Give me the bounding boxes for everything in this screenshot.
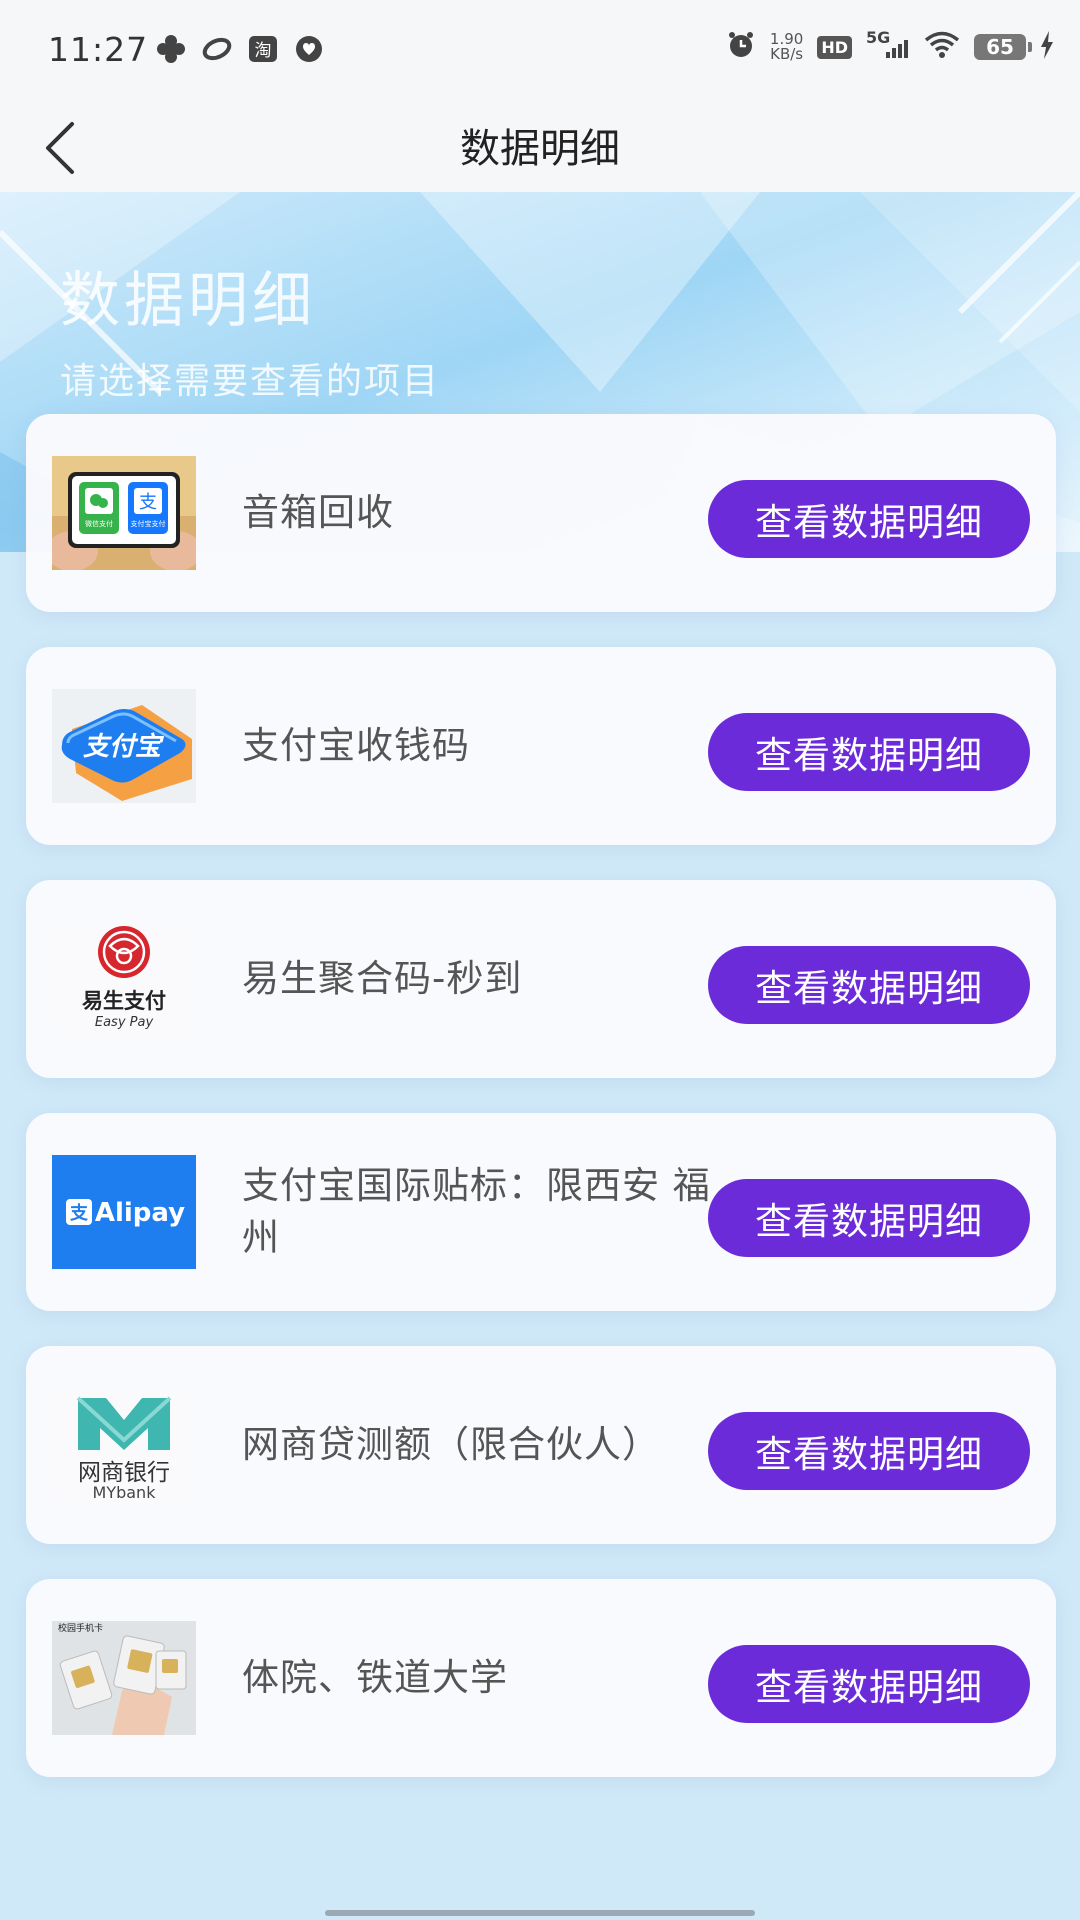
item-list: 支 微信支付 支付宝支付 音箱回收 查看数据明细 支付宝 支付宝收钱码 查看数据… — [26, 414, 1056, 1812]
svg-text:微信支付: 微信支付 — [85, 519, 113, 528]
navigation-bar: 数据明细 — [0, 100, 1080, 192]
view-details-button[interactable]: 查看数据明细 — [708, 946, 1030, 1024]
item-label: 体院、铁道大学 — [242, 1656, 508, 1699]
fan-app-icon — [155, 34, 187, 64]
speaker-payment-thumbnail: 支 微信支付 支付宝支付 — [52, 456, 196, 570]
status-system-icons: 1.90 KB/s HD 5G 65 — [726, 28, 1054, 64]
list-item: 校园手机卡 体院、铁道大学 查看数据明细 — [26, 1579, 1056, 1777]
svg-text:MYbank: MYbank — [93, 1483, 157, 1502]
link-app-icon — [201, 34, 233, 64]
list-item: 支 微信支付 支付宝支付 音箱回收 查看数据明细 — [26, 414, 1056, 612]
status-notification-icons: 淘 — [155, 34, 325, 64]
alarm-icon — [726, 30, 756, 64]
svg-text:支: 支 — [139, 492, 157, 513]
view-details-button[interactable]: 查看数据明细 — [708, 1179, 1030, 1257]
svg-text:支付宝: 支付宝 — [83, 732, 165, 762]
cellular-signal-icon: 5G — [866, 28, 910, 62]
list-item: 支 Alipay 支付宝国际贴标：限西安 福州 查看数据明细 — [26, 1113, 1056, 1311]
svg-text:校园手机卡: 校园手机卡 — [58, 1622, 103, 1634]
item-label: 支付宝国际贴标：限西安 福州 — [242, 1164, 711, 1259]
list-item: 支付宝 支付宝收钱码 查看数据明细 — [26, 647, 1056, 845]
item-label: 易生聚合码-秒到 — [242, 957, 523, 1000]
status-bar: 11:27 淘 1.90 KB/s HD 5G 65 — [0, 0, 1080, 100]
mybank-logo: 网商银行 MYbank — [52, 1388, 196, 1502]
view-details-button[interactable]: 查看数据明细 — [708, 480, 1030, 558]
heart-app-icon — [293, 34, 325, 64]
item-label: 支付宝收钱码 — [242, 724, 470, 767]
network-speed-unit: KB/s — [770, 45, 804, 63]
svg-text:Easy Pay: Easy Pay — [95, 1015, 154, 1030]
view-details-button[interactable]: 查看数据明细 — [708, 1412, 1030, 1490]
svg-text:易生支付: 易生支付 — [82, 989, 166, 1013]
svg-text:Alipay: Alipay — [95, 1198, 185, 1228]
battery-icon: 65 — [974, 34, 1032, 60]
taobao-app-icon: 淘 — [247, 34, 279, 64]
banner-title: 数据明细 — [60, 266, 316, 336]
view-details-button[interactable]: 查看数据明细 — [708, 1645, 1030, 1723]
banner-subtitle: 请选择需要查看的项目 — [60, 361, 441, 402]
network-speed: 1.90 KB/s — [770, 32, 803, 62]
view-details-button[interactable]: 查看数据明细 — [708, 713, 1030, 791]
hd-badge: HD — [817, 35, 852, 59]
wifi-icon — [924, 30, 960, 64]
svg-text:支: 支 — [69, 1202, 89, 1224]
svg-text:支付宝支付: 支付宝支付 — [131, 519, 166, 528]
svg-text:淘: 淘 — [255, 41, 272, 61]
item-label: 网商贷测额（限合伙人） — [242, 1423, 660, 1466]
home-indicator[interactable] — [325, 1910, 755, 1916]
list-item: 网商银行 MYbank 网商贷测额（限合伙人） 查看数据明细 — [26, 1346, 1056, 1544]
page-title: 数据明细 — [460, 126, 620, 172]
list-item: 易生支付 Easy Pay 易生聚合码-秒到 查看数据明细 — [26, 880, 1056, 1078]
easypay-logo: 易生支付 Easy Pay — [52, 922, 196, 1036]
item-label: 音箱回收 — [242, 491, 394, 534]
charging-icon — [1040, 31, 1054, 63]
sim-card-thumbnail: 校园手机卡 — [52, 1621, 196, 1735]
status-time: 11:27 — [48, 30, 149, 69]
alipay-qr-card-thumbnail: 支付宝 — [52, 689, 196, 803]
alipay-logo: 支 Alipay — [52, 1155, 196, 1269]
